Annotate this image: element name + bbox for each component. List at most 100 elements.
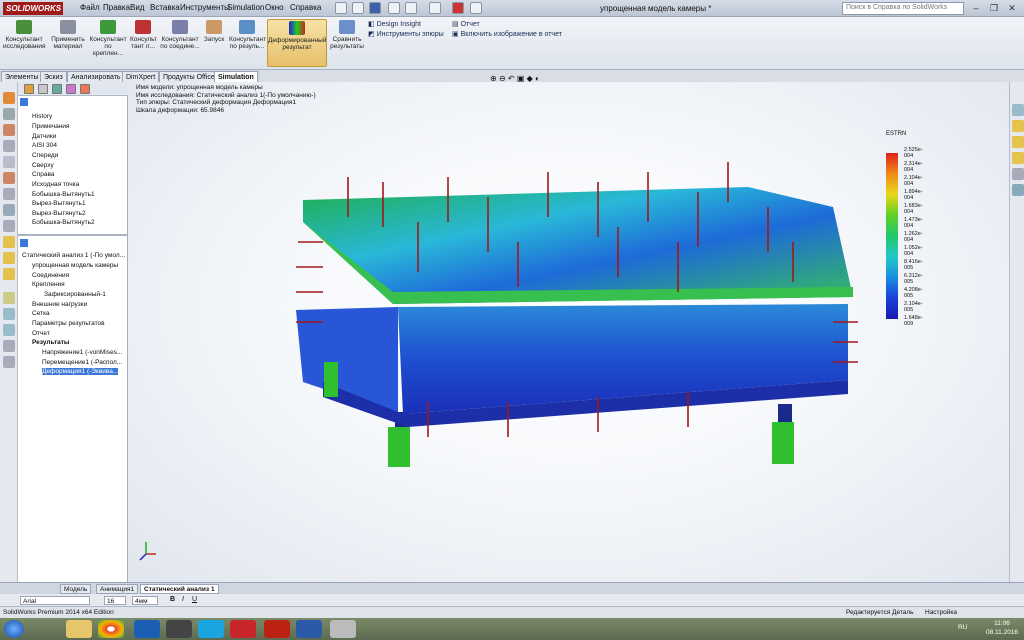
outlook-icon[interactable] <box>134 620 160 638</box>
tree-item-fixtures[interactable]: Крепления <box>32 281 65 288</box>
explorer-icon[interactable] <box>66 620 92 638</box>
tree-item-top-plane[interactable]: Сверху <box>32 162 54 169</box>
tree-item-report[interactable]: Отчет <box>32 330 50 337</box>
tree-item-boss-extrude2[interactable]: Бобышка-Вытянуть2 <box>32 219 95 226</box>
tree-item-connections[interactable]: Соединения <box>32 272 69 279</box>
options-icon[interactable] <box>470 2 482 14</box>
tree-item-strain1[interactable]: Деформация1 (-Эквива... <box>42 368 119 375</box>
tool-icon[interactable] <box>3 108 15 120</box>
fixtures-advisor-button[interactable]: Консультант по креплен... <box>89 19 127 57</box>
tab-simulation[interactable]: Simulation <box>214 71 258 82</box>
results-advisor-button[interactable]: Консультант по резуль... <box>229 19 266 50</box>
solidworks-taskbar-icon[interactable] <box>230 620 256 638</box>
previous-view-icon[interactable]: ↶ <box>508 74 515 83</box>
tree-item-cut-extrude2[interactable]: Вырез-Вытянуть2 <box>32 210 86 217</box>
task-pane-icon[interactable] <box>1012 184 1024 196</box>
font-height-input[interactable]: 4мм <box>132 596 158 605</box>
minimize-icon[interactable]: – <box>968 2 984 14</box>
tool-icon[interactable] <box>3 92 15 104</box>
tree-item-stress1[interactable]: Напряжение1 (-vonMises... <box>42 349 122 356</box>
display-tab-icon[interactable] <box>80 84 90 94</box>
filter-icon[interactable] <box>20 239 28 247</box>
tree-item-displacement1[interactable]: Перемещение1 (-Распол... <box>42 359 122 366</box>
connections-advisor-button[interactable]: Консультант по соедине... <box>160 19 200 50</box>
open-icon[interactable] <box>352 2 364 14</box>
tool-icon[interactable] <box>3 340 15 352</box>
deformed-result-button[interactable]: Деформированный результат <box>267 19 327 67</box>
language-indicator[interactable]: RU <box>958 624 967 631</box>
start-button-icon[interactable] <box>4 620 24 638</box>
zoom-area-icon[interactable]: ⊖ <box>499 74 506 83</box>
view-orientation-icon[interactable]: ◆ <box>527 74 533 83</box>
tree-item-right-plane[interactable]: Справа <box>32 171 54 178</box>
tree-item-model-part[interactable]: упрощенная модель камеры <box>32 262 118 269</box>
tool-icon[interactable] <box>3 268 15 280</box>
tab-animation1[interactable]: Анимация1 <box>96 584 139 594</box>
select-icon[interactable] <box>429 2 441 14</box>
menu-window[interactable]: Окно <box>265 3 284 12</box>
tree-item-result-options[interactable]: Параметры результатов <box>32 320 105 327</box>
display-style-icon[interactable]: ◐ <box>535 74 540 83</box>
task-pane-icon[interactable] <box>1012 136 1024 148</box>
tool-icon[interactable] <box>3 236 15 248</box>
tool-icon[interactable] <box>3 124 15 136</box>
section-view-icon[interactable]: ▣ <box>517 74 525 83</box>
settings-status[interactable]: Настройка <box>925 607 957 618</box>
tab-static-study1[interactable]: Статический анализ 1 <box>140 584 219 594</box>
undo-icon[interactable] <box>405 2 417 14</box>
tree-item-annotations[interactable]: Примечания <box>32 123 70 130</box>
close-icon[interactable]: ✕ <box>1004 2 1020 14</box>
task-pane-icon[interactable] <box>1012 104 1024 116</box>
bold-button[interactable]: B <box>170 596 175 603</box>
print-icon[interactable] <box>388 2 400 14</box>
task-pane-icon[interactable] <box>1012 152 1024 164</box>
tab-model[interactable]: Модель <box>60 584 92 594</box>
loads-advisor-button[interactable]: Консульт тант п... <box>130 19 157 50</box>
restore-icon[interactable]: ❐ <box>986 2 1002 14</box>
apply-material-button[interactable]: Применить материал <box>50 19 86 50</box>
tree-item-results[interactable]: Результаты <box>32 339 69 346</box>
filter-icon[interactable] <box>20 98 28 106</box>
underline-button[interactable]: U <box>192 596 197 603</box>
system-clock[interactable]: 11:06 08.11.2016 <box>986 619 1018 637</box>
tree-item-external-loads[interactable]: Внешние нагрузки <box>32 301 87 308</box>
solidworks-logo[interactable]: SOLIDWORKS <box>3 2 63 15</box>
feature-tree-tab-icon[interactable] <box>24 84 34 94</box>
app-icon[interactable] <box>166 620 192 638</box>
rebuild-icon[interactable] <box>452 2 464 14</box>
tree-item-fixed1[interactable]: Зафиксированный-1 <box>44 291 106 298</box>
zoom-fit-icon[interactable]: ⊕ <box>490 74 497 83</box>
tree-item-material[interactable]: AISI 304 <box>32 142 57 149</box>
tree-splitter[interactable] <box>18 234 128 236</box>
compare-results-button[interactable]: Сравнить результаты <box>330 19 364 50</box>
plot-tools-button[interactable]: ◩ Инструменты эпюры <box>368 30 444 38</box>
design-insight-button[interactable]: ◧ Design Insight <box>368 20 421 28</box>
tool-icon[interactable] <box>3 172 15 184</box>
run-button[interactable]: Запуск <box>202 19 226 43</box>
menu-file[interactable]: Файл <box>80 3 100 12</box>
tree-item-mesh[interactable]: Сетка <box>32 310 50 317</box>
report-button[interactable]: ▤ Отчет <box>452 20 480 28</box>
menu-help[interactable]: Справка <box>290 3 321 12</box>
tab-office[interactable]: Продукты Office <box>159 71 219 82</box>
study-advisor-button[interactable]: Консультант исследования <box>3 19 46 50</box>
tree-item-sensors[interactable]: Датчики <box>32 133 56 140</box>
acrobat-icon[interactable] <box>264 620 290 638</box>
tool-icon[interactable] <box>3 292 15 304</box>
task-pane-icon[interactable] <box>1012 168 1024 180</box>
tool-icon[interactable] <box>3 140 15 152</box>
tool-icon[interactable] <box>3 324 15 336</box>
menu-simulation[interactable]: Simulation <box>227 3 264 12</box>
tree-item-cut-extrude1[interactable]: Вырез-Вытянуть1 <box>32 200 86 207</box>
tree-item-history[interactable]: History <box>32 113 52 120</box>
graphics-viewport[interactable] <box>128 82 1009 582</box>
tree-item-origin[interactable]: Исходная точка <box>32 181 79 188</box>
skype-icon[interactable] <box>198 620 224 638</box>
menu-edit[interactable]: Правка <box>103 3 130 12</box>
app-icon[interactable] <box>330 620 356 638</box>
new-doc-icon[interactable] <box>335 2 347 14</box>
tool-icon[interactable] <box>3 356 15 368</box>
include-image-button[interactable]: ▣ Включить изображение в отчет <box>452 30 562 38</box>
menu-view[interactable]: Вид <box>130 3 144 12</box>
tree-item-boss-extrude1[interactable]: Бобышка-Вытянуть1 <box>32 191 95 198</box>
